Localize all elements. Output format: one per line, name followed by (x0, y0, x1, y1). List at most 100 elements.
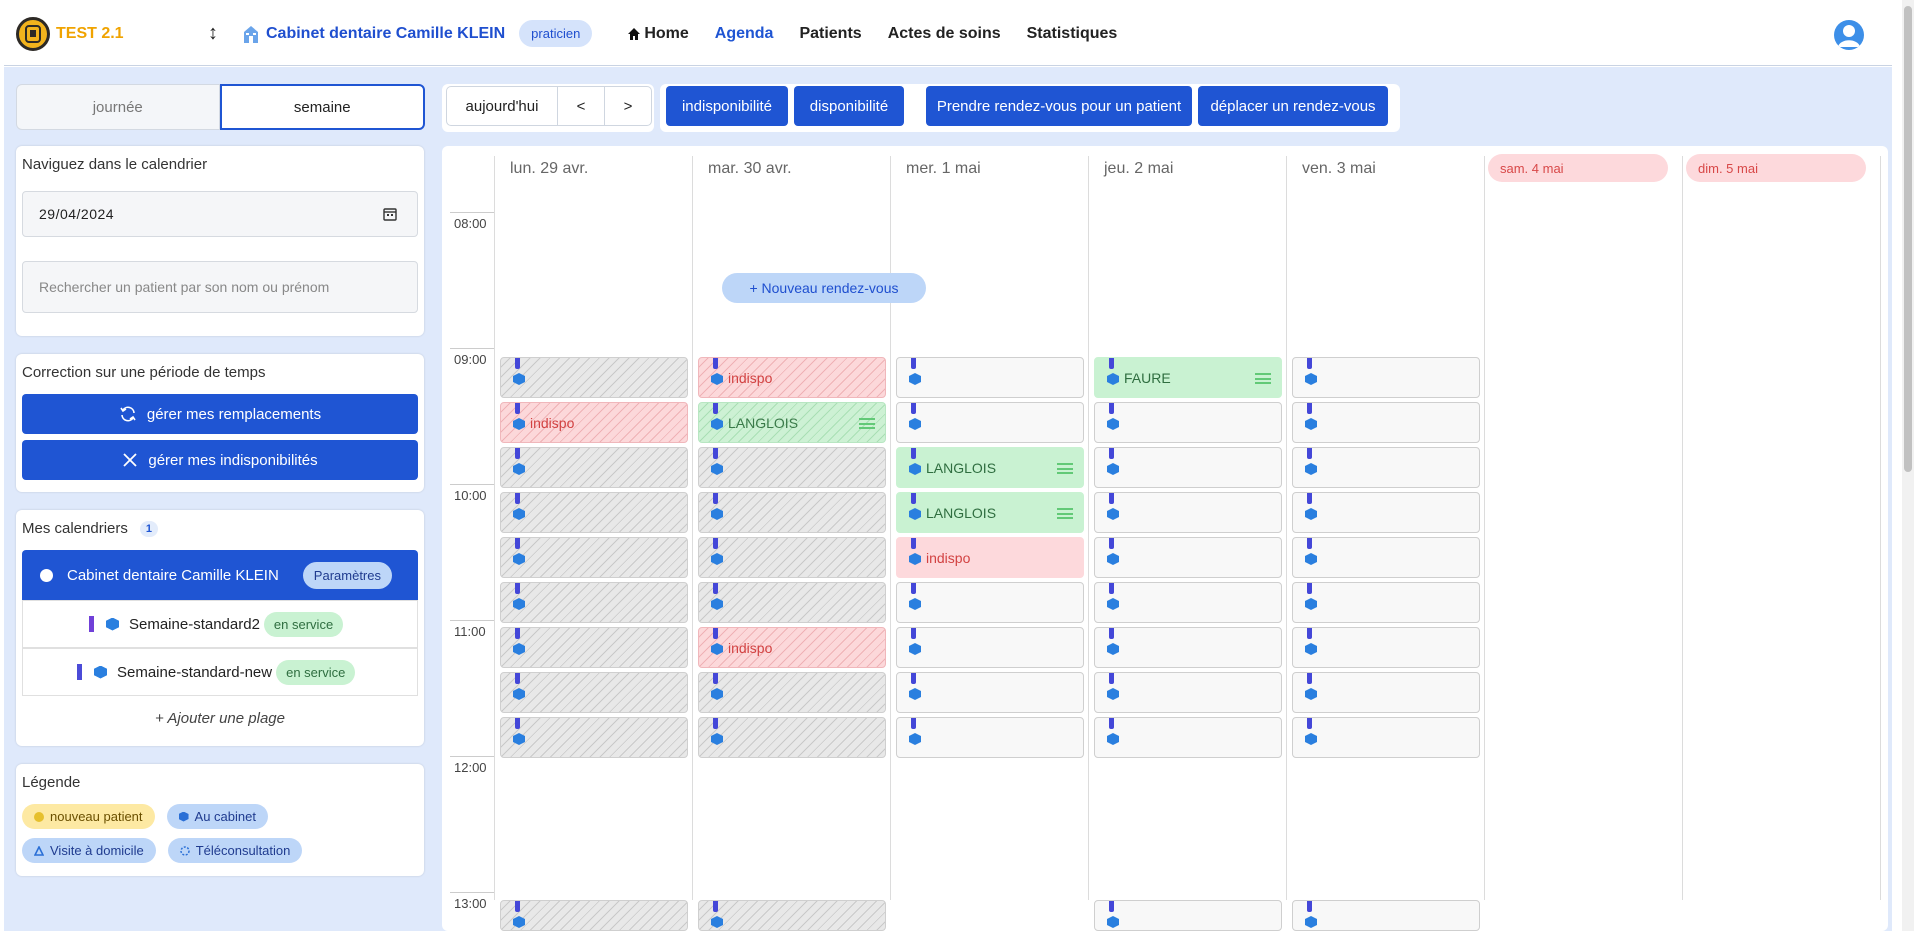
slot-marker-icon (1109, 583, 1114, 594)
calendar-subitem[interactable]: Semaine-standard2 en service (22, 600, 418, 648)
time-slot[interactable] (500, 447, 688, 488)
time-slot[interactable] (1292, 717, 1480, 758)
time-slot[interactable] (1094, 672, 1282, 713)
switch-practice-icon[interactable]: ↕ (208, 22, 234, 45)
app-logo-icon[interactable] (16, 16, 50, 51)
calendar-icon[interactable] (383, 207, 397, 221)
time-slot[interactable] (1094, 537, 1282, 578)
calendar-subitem[interactable]: Semaine-standard-new en service (22, 648, 418, 696)
time-slot[interactable] (896, 582, 1084, 623)
next-button[interactable]: > (604, 86, 652, 126)
time-slot[interactable] (1292, 672, 1480, 713)
appointment-slot[interactable]: LANGLOIS (698, 402, 886, 443)
time-slot[interactable] (896, 357, 1084, 398)
time-slot[interactable] (896, 717, 1084, 758)
office-hex-icon (1107, 463, 1119, 475)
time-slot[interactable] (1094, 627, 1282, 668)
nav-patients[interactable]: Patients (799, 25, 861, 43)
slot-marker-icon (713, 538, 718, 549)
time-slot[interactable] (1094, 582, 1282, 623)
time-slot[interactable] (698, 537, 886, 578)
time-slot[interactable] (500, 717, 688, 758)
new-appointment-button[interactable]: + Nouveau rendez-vous (722, 273, 926, 303)
office-hex-icon (711, 733, 723, 745)
unavailable-slot[interactable]: indispo (896, 537, 1084, 578)
time-slot[interactable] (1292, 357, 1480, 398)
appointment-slot[interactable]: LANGLOIS (896, 447, 1084, 488)
appointment-slot[interactable]: FAURE (1094, 357, 1282, 398)
clinic-selector[interactable]: Cabinet dentaire Camille KLEIN (242, 24, 505, 44)
date-input[interactable]: 29/04/2024 (22, 191, 418, 237)
unavailable-slot[interactable]: indispo (698, 627, 886, 668)
unavailable-slot[interactable]: indispo (698, 357, 886, 398)
time-slot[interactable] (698, 582, 886, 623)
availability-button[interactable]: disponibilité (794, 86, 904, 126)
time-slot[interactable] (896, 627, 1084, 668)
time-slot[interactable] (1292, 447, 1480, 488)
office-hex-icon (1305, 688, 1317, 700)
time-slot[interactable] (1292, 900, 1480, 931)
office-hex-icon (711, 643, 723, 655)
user-avatar-icon[interactable] (1834, 20, 1864, 50)
nav-actes-de-soins[interactable]: Actes de soins (888, 25, 1001, 43)
time-slot[interactable] (1292, 402, 1480, 443)
toggle-week[interactable]: semaine (219, 84, 425, 130)
drag-handle-icon[interactable] (1057, 463, 1073, 474)
office-hex-icon (909, 598, 921, 610)
patient-search-input[interactable]: Rechercher un patient par son nom ou pré… (22, 261, 418, 313)
time-slot[interactable] (500, 582, 688, 623)
legend-title: Légende (22, 774, 81, 791)
unavailable-slot[interactable]: indispo (500, 402, 688, 443)
drag-handle-icon[interactable] (1057, 508, 1073, 519)
move-appointment-button[interactable]: déplacer un rendez-vous (1198, 86, 1388, 126)
hour-line (450, 620, 494, 621)
time-slot[interactable] (1094, 402, 1282, 443)
manage-replacements-button[interactable]: gérer mes remplacements (22, 394, 418, 434)
nav-statistiques[interactable]: Statistiques (1027, 25, 1118, 43)
add-range-button[interactable]: + Ajouter une plage (22, 696, 418, 740)
time-slot[interactable] (1292, 582, 1480, 623)
time-slot[interactable] (896, 402, 1084, 443)
time-label: 08:00 (454, 216, 487, 231)
page-scrollbar[interactable] (1902, 0, 1914, 931)
time-slot[interactable] (500, 900, 688, 931)
toggle-day[interactable]: journée (16, 84, 220, 130)
time-slot[interactable] (1292, 627, 1480, 668)
office-hex-icon (711, 508, 723, 520)
time-slot[interactable] (896, 672, 1084, 713)
app-name[interactable]: TEST 2.1 (56, 25, 208, 43)
office-hex-icon (513, 508, 525, 520)
drag-handle-icon[interactable] (1255, 373, 1271, 384)
time-slot[interactable] (698, 447, 886, 488)
settings-button[interactable]: Paramètres (302, 561, 392, 589)
time-slot[interactable] (500, 492, 688, 533)
drag-handle-icon[interactable] (859, 418, 875, 429)
time-slot[interactable] (1094, 447, 1282, 488)
slot-marker-icon (1307, 448, 1312, 459)
prev-button[interactable]: < (557, 86, 605, 126)
unavailability-button[interactable]: indisponibilité (666, 86, 788, 126)
time-slot[interactable] (698, 900, 886, 931)
nav-home[interactable]: Home (628, 25, 689, 43)
calendar-main-item[interactable]: Cabinet dentaire Camille KLEIN Paramètre… (22, 550, 418, 600)
time-slot[interactable] (1292, 492, 1480, 533)
office-hex-icon (909, 508, 921, 520)
time-slot[interactable] (500, 672, 688, 713)
time-slot[interactable] (698, 717, 886, 758)
office-hex-icon (711, 916, 723, 928)
book-appointment-button[interactable]: Prendre rendez-vous pour un patient (926, 86, 1192, 126)
time-slot[interactable] (698, 672, 886, 713)
slot-marker-icon (713, 718, 718, 729)
time-slot[interactable] (1094, 492, 1282, 533)
time-slot[interactable] (1292, 537, 1480, 578)
manage-unavailabilities-button[interactable]: gérer mes indisponibilités (22, 440, 418, 480)
time-slot[interactable] (500, 627, 688, 668)
time-slot[interactable] (500, 537, 688, 578)
nav-agenda[interactable]: Agenda (715, 25, 774, 43)
appointment-slot[interactable]: LANGLOIS (896, 492, 1084, 533)
time-slot[interactable] (1094, 717, 1282, 758)
time-slot[interactable] (1094, 900, 1282, 931)
time-slot[interactable] (698, 492, 886, 533)
time-slot[interactable] (500, 357, 688, 398)
today-button[interactable]: aujourd'hui (446, 86, 558, 126)
